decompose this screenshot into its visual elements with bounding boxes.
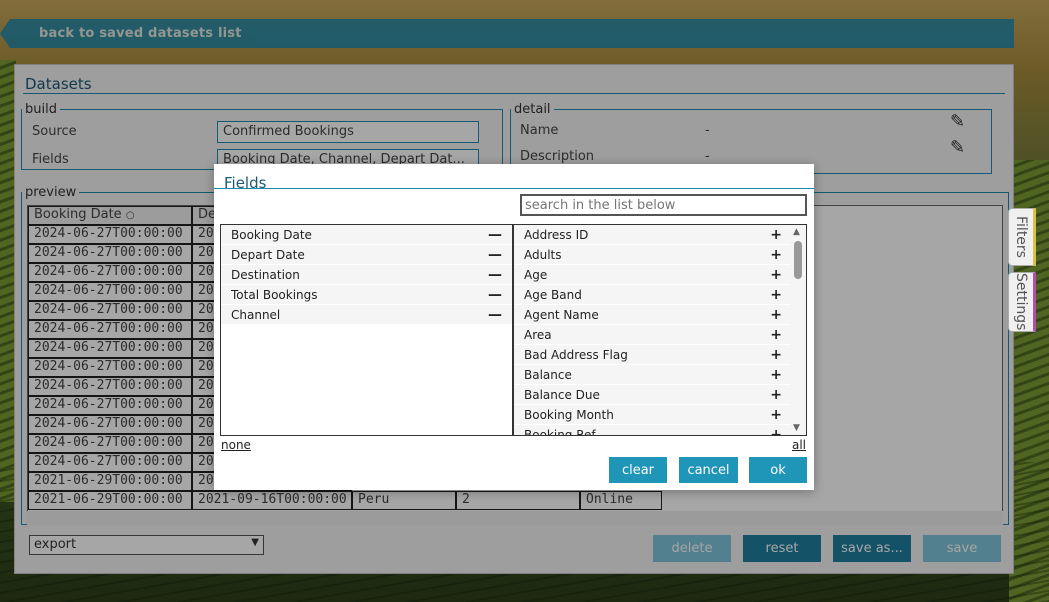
minus-icon[interactable]: —: [488, 287, 502, 303]
scroll-down-icon[interactable]: ▼: [793, 423, 800, 433]
vertical-scrollbar[interactable]: ▲ ▼: [790, 225, 806, 435]
selected-field-item[interactable]: Destination —: [221, 265, 512, 285]
field-label: Balance: [524, 367, 572, 382]
available-field-item[interactable]: Address ID +: [514, 225, 792, 245]
available-field-item[interactable]: Age +: [514, 265, 792, 285]
field-label: Agent Name: [524, 307, 599, 322]
plus-icon[interactable]: +: [770, 287, 782, 303]
available-items: Address ID + Adults + Age + Age Band + Agent Nam…: [514, 225, 792, 436]
plus-icon[interactable]: +: [770, 367, 782, 383]
plus-icon[interactable]: +: [770, 307, 782, 323]
search-input[interactable]: [520, 194, 807, 216]
available-field-item[interactable]: Agent Name +: [514, 305, 792, 325]
minus-icon[interactable]: —: [488, 247, 502, 263]
field-label: Age: [524, 267, 548, 282]
available-field-item[interactable]: Balance Due +: [514, 385, 792, 405]
dialog-title-divider: [214, 188, 814, 189]
field-label: Channel: [231, 307, 281, 322]
ok-button[interactable]: ok: [749, 457, 807, 483]
minus-icon[interactable]: —: [488, 227, 502, 243]
available-fields-list: Address ID + Adults + Age + Age Band + Agent Nam…: [513, 224, 807, 436]
field-label: Bad Address Flag: [524, 347, 628, 362]
field-label: Depart Date: [231, 247, 305, 262]
scroll-thumb[interactable]: [794, 241, 802, 279]
field-label: Area: [524, 327, 552, 342]
available-field-item[interactable]: Balance +: [514, 365, 792, 385]
plus-icon[interactable]: +: [770, 247, 782, 263]
plus-icon[interactable]: +: [770, 427, 782, 436]
available-field-item[interactable]: Booking Month +: [514, 405, 792, 425]
available-field-item[interactable]: Adults +: [514, 245, 792, 265]
available-field-item[interactable]: Booking Ref +: [514, 425, 792, 436]
available-field-item[interactable]: Area +: [514, 325, 792, 345]
select-none-link[interactable]: none: [221, 438, 251, 452]
cancel-button[interactable]: cancel: [679, 457, 738, 483]
field-label: Booking Date: [231, 227, 312, 242]
plus-icon[interactable]: +: [770, 387, 782, 403]
field-label: Adults: [524, 247, 562, 262]
minus-icon[interactable]: —: [488, 307, 502, 323]
selected-field-item[interactable]: Total Bookings —: [221, 285, 512, 305]
field-label: Booking Month: [524, 407, 614, 422]
fields-dialog: Fields Booking Date—Depart Date—Destinat…: [214, 164, 814, 490]
field-label: Destination: [231, 267, 300, 282]
plus-icon[interactable]: +: [770, 267, 782, 283]
selected-fields-list: Booking Date — Depart Date — Destination — Tot…: [220, 224, 513, 436]
available-field-item[interactable]: Age Band +: [514, 285, 792, 305]
selected-field-item[interactable]: Booking Date —: [221, 225, 512, 245]
plus-icon[interactable]: +: [770, 327, 782, 343]
plus-icon[interactable]: +: [770, 227, 782, 243]
selected-field-item[interactable]: Depart Date —: [221, 245, 512, 265]
filters-tab[interactable]: Filters: [1008, 208, 1036, 266]
plus-icon[interactable]: +: [770, 407, 782, 423]
settings-tab[interactable]: Settings: [1008, 272, 1036, 332]
scroll-up-icon[interactable]: ▲: [793, 227, 800, 237]
clear-button[interactable]: clear: [609, 457, 667, 483]
dialog-title: Fields: [224, 174, 267, 192]
field-label: Total Bookings: [231, 287, 318, 302]
select-all-link[interactable]: all: [792, 438, 806, 452]
field-label: Balance Due: [524, 387, 600, 402]
minus-icon[interactable]: —: [488, 267, 502, 283]
field-label: Address ID: [524, 227, 589, 242]
selected-field-item[interactable]: Channel —: [221, 305, 512, 325]
field-label: Booking Ref: [524, 427, 596, 436]
plus-icon[interactable]: +: [770, 347, 782, 363]
available-field-item[interactable]: Bad Address Flag +: [514, 345, 792, 365]
field-label: Age Band: [524, 287, 582, 302]
